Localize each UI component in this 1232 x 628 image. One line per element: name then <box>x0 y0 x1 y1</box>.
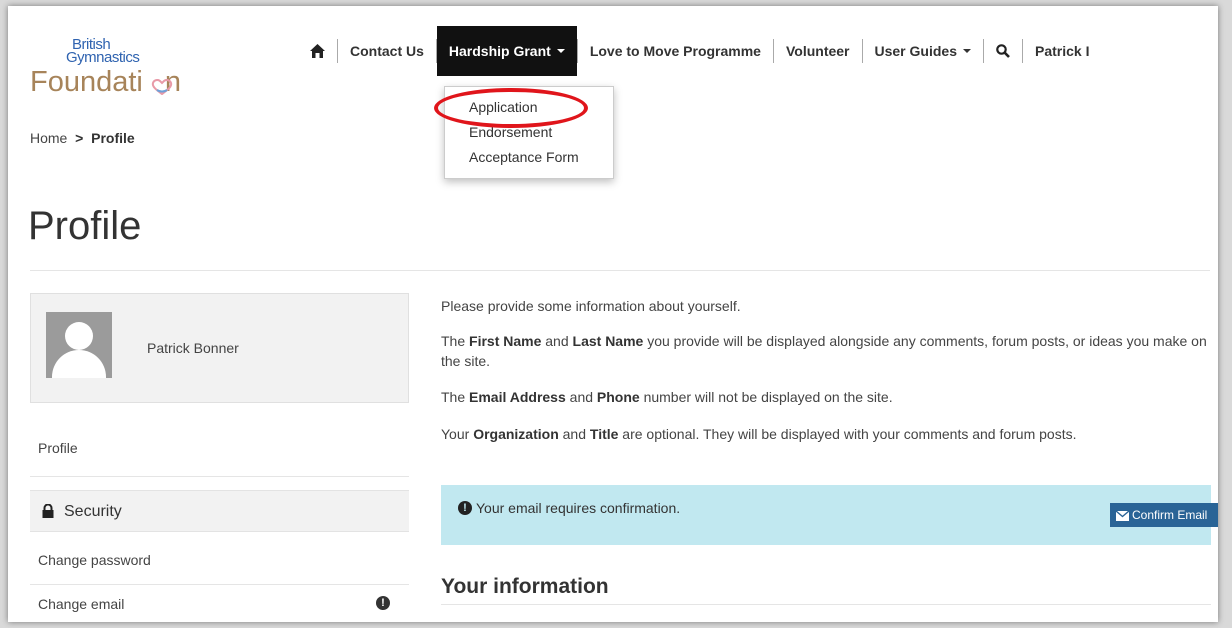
security-label: Security <box>64 503 122 520</box>
text-run: and <box>558 426 590 442</box>
text-run-bold: Last Name <box>572 333 644 349</box>
nav-search[interactable] <box>984 26 1022 76</box>
divider <box>30 476 409 477</box>
breadcrumb: Home > Profile <box>30 130 135 146</box>
browser-frame: British Gymnastics Foundati n Contact Us … <box>8 6 1218 622</box>
nav-hardship-grant[interactable]: Hardship Grant <box>436 26 577 76</box>
exclamation-circle-icon: ! <box>376 596 390 610</box>
annotation-highlight-circle <box>434 88 588 128</box>
search-icon <box>996 44 1010 58</box>
avatar-head-shape <box>65 322 93 350</box>
text-run: and <box>541 333 573 349</box>
email-info-text: The Email Address and Phone number will … <box>441 387 1211 407</box>
name-info-text: The First Name and Last Name you provide… <box>441 331 1211 371</box>
text-run-bold: Email Address <box>469 389 566 405</box>
divider <box>441 604 1211 605</box>
sidebar-item-change-email[interactable]: Change email <box>38 596 124 612</box>
avatar <box>46 312 112 378</box>
text-run-bold: Phone <box>596 389 640 405</box>
text-run: are optional. They will be displayed wit… <box>618 426 1077 442</box>
text-run-bold: Organization <box>473 426 559 442</box>
site-logo[interactable]: British Gymnastics Foundati n <box>30 37 190 108</box>
profile-card: Patrick Bonner <box>30 293 409 403</box>
breadcrumb-current: Profile <box>91 130 135 146</box>
text-run: and <box>565 389 597 405</box>
caret-down-icon <box>556 49 565 53</box>
home-icon <box>310 44 325 58</box>
nav-user-guides[interactable]: User Guides <box>863 26 983 76</box>
nav-user-guides-label: User Guides <box>874 43 957 59</box>
text-run: Your <box>441 426 474 442</box>
logo-line-gymnastics: Gymnastics <box>66 49 140 66</box>
confirm-email-button[interactable]: Confirm Email <box>1110 503 1218 527</box>
main-nav: Contact Us Hardship Grant Love to Move P… <box>298 26 1101 76</box>
nav-love-to-move[interactable]: Love to Move Programme <box>578 26 773 76</box>
dropdown-item-acceptance-form[interactable]: Acceptance Form <box>445 145 613 170</box>
text-run: The <box>441 389 470 405</box>
exclamation-circle-icon: ! <box>458 501 472 515</box>
nav-user-menu[interactable]: Patrick I <box>1023 26 1101 76</box>
nav-contact-us[interactable]: Contact Us <box>338 26 436 76</box>
nav-home[interactable] <box>298 26 337 76</box>
text-run: The <box>441 333 470 349</box>
sidebar-item-profile[interactable]: Profile <box>38 440 78 456</box>
confirm-email-label: Confirm Email <box>1132 508 1208 522</box>
text-run-bold: Title <box>589 426 619 442</box>
text-run: number will not be displayed on the site… <box>639 389 893 405</box>
divider <box>30 584 409 585</box>
caret-down-icon <box>962 49 971 53</box>
avatar-body-shape <box>52 350 106 378</box>
text-run-bold: First Name <box>469 333 542 349</box>
profile-name: Patrick Bonner <box>147 340 239 356</box>
heart-icon <box>151 79 173 95</box>
sidebar-item-change-password[interactable]: Change password <box>38 552 151 568</box>
alert-text: Your email requires confirmation. <box>476 500 681 516</box>
organization-info-text: Your Organization and Title are optional… <box>441 424 1211 444</box>
breadcrumb-home[interactable]: Home <box>30 130 67 146</box>
nav-volunteer[interactable]: Volunteer <box>774 26 862 76</box>
breadcrumb-separator: > <box>75 130 84 146</box>
email-confirmation-alert: ! Your email requires confirmation. Conf… <box>441 485 1218 545</box>
logo-word-start: Foundati <box>30 66 143 98</box>
nav-hardship-grant-label: Hardship Grant <box>448 43 551 59</box>
envelope-icon <box>1116 510 1129 521</box>
page-title: Profile <box>28 204 142 248</box>
divider <box>30 270 1210 271</box>
intro-text: Please provide some information about yo… <box>441 298 741 314</box>
section-title-your-information: Your information <box>441 575 609 598</box>
lock-icon <box>42 504 54 518</box>
sidebar-section-security: Security <box>30 490 409 532</box>
